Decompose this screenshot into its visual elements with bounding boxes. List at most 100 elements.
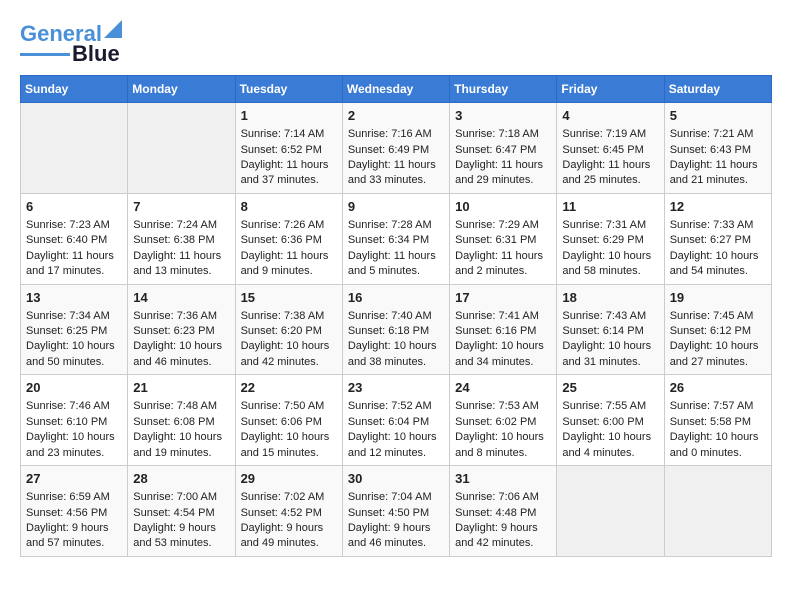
cell-text: Sunset: 4:56 PM <box>26 506 122 521</box>
cell-text: Sunset: 6:45 PM <box>562 143 658 158</box>
cell-text: Sunset: 5:58 PM <box>670 415 766 430</box>
cell-text: Sunrise: 7:34 AM <box>26 309 122 324</box>
cell-text: Daylight: 11 hours and 2 minutes. <box>455 249 551 280</box>
cell-text: Sunrise: 7:14 AM <box>241 127 337 142</box>
cell-text: Sunset: 6:04 PM <box>348 415 444 430</box>
calendar-cell: 2Sunrise: 7:16 AMSunset: 6:49 PMDaylight… <box>342 103 449 194</box>
cell-text: Daylight: 11 hours and 13 minutes. <box>133 249 229 280</box>
day-number: 28 <box>133 470 229 488</box>
cell-text: Sunset: 6:40 PM <box>26 233 122 248</box>
day-number: 17 <box>455 289 551 307</box>
cell-text: Sunrise: 7:04 AM <box>348 490 444 505</box>
cell-text: Sunrise: 7:24 AM <box>133 218 229 233</box>
cell-text: Sunset: 6:43 PM <box>670 143 766 158</box>
cell-text: Sunrise: 7:19 AM <box>562 127 658 142</box>
day-number: 10 <box>455 198 551 216</box>
calendar-cell: 27Sunrise: 6:59 AMSunset: 4:56 PMDayligh… <box>21 466 128 557</box>
calendar-cell: 16Sunrise: 7:40 AMSunset: 6:18 PMDayligh… <box>342 284 449 375</box>
logo: General Blue <box>20 20 122 65</box>
cell-text: Daylight: 10 hours and 50 minutes. <box>26 339 122 370</box>
cell-text: Sunset: 6:25 PM <box>26 324 122 339</box>
cell-text: Sunset: 6:31 PM <box>455 233 551 248</box>
cell-text: Sunset: 6:10 PM <box>26 415 122 430</box>
calendar-cell: 13Sunrise: 7:34 AMSunset: 6:25 PMDayligh… <box>21 284 128 375</box>
day-number: 25 <box>562 379 658 397</box>
day-number: 5 <box>670 107 766 125</box>
day-number: 12 <box>670 198 766 216</box>
calendar-cell: 1Sunrise: 7:14 AMSunset: 6:52 PMDaylight… <box>235 103 342 194</box>
calendar-cell <box>21 103 128 194</box>
calendar-cell: 6Sunrise: 7:23 AMSunset: 6:40 PMDaylight… <box>21 193 128 284</box>
cell-text: Sunset: 6:29 PM <box>562 233 658 248</box>
day-number: 7 <box>133 198 229 216</box>
cell-text: Sunrise: 7:18 AM <box>455 127 551 142</box>
cell-text: Daylight: 11 hours and 21 minutes. <box>670 158 766 189</box>
day-number: 15 <box>241 289 337 307</box>
weekday-header-saturday: Saturday <box>664 76 771 103</box>
calendar-cell: 24Sunrise: 7:53 AMSunset: 6:02 PMDayligh… <box>450 375 557 466</box>
cell-text: Sunset: 6:34 PM <box>348 233 444 248</box>
cell-text: Daylight: 9 hours and 46 minutes. <box>348 521 444 552</box>
cell-text: Sunrise: 7:31 AM <box>562 218 658 233</box>
cell-text: Sunrise: 7:52 AM <box>348 399 444 414</box>
cell-text: Sunset: 6:00 PM <box>562 415 658 430</box>
cell-text: Sunset: 4:48 PM <box>455 506 551 521</box>
cell-text: Daylight: 11 hours and 29 minutes. <box>455 158 551 189</box>
cell-text: Sunset: 4:54 PM <box>133 506 229 521</box>
cell-text: Sunrise: 7:21 AM <box>670 127 766 142</box>
calendar-cell: 26Sunrise: 7:57 AMSunset: 5:58 PMDayligh… <box>664 375 771 466</box>
cell-text: Sunrise: 7:36 AM <box>133 309 229 324</box>
cell-text: Sunrise: 7:06 AM <box>455 490 551 505</box>
cell-text: Sunrise: 7:28 AM <box>348 218 444 233</box>
day-number: 9 <box>348 198 444 216</box>
cell-text: Daylight: 9 hours and 53 minutes. <box>133 521 229 552</box>
day-number: 6 <box>26 198 122 216</box>
page-header: General Blue <box>20 20 772 65</box>
cell-text: Sunrise: 7:41 AM <box>455 309 551 324</box>
weekday-header-tuesday: Tuesday <box>235 76 342 103</box>
calendar-table: SundayMondayTuesdayWednesdayThursdayFrid… <box>20 75 772 557</box>
day-number: 20 <box>26 379 122 397</box>
calendar-cell <box>664 466 771 557</box>
cell-text: Sunrise: 7:00 AM <box>133 490 229 505</box>
cell-text: Sunset: 6:52 PM <box>241 143 337 158</box>
cell-text: Sunrise: 7:16 AM <box>348 127 444 142</box>
calendar-cell: 20Sunrise: 7:46 AMSunset: 6:10 PMDayligh… <box>21 375 128 466</box>
day-number: 23 <box>348 379 444 397</box>
cell-text: Daylight: 11 hours and 25 minutes. <box>562 158 658 189</box>
cell-text: Daylight: 10 hours and 38 minutes. <box>348 339 444 370</box>
cell-text: Sunset: 6:23 PM <box>133 324 229 339</box>
calendar-cell: 29Sunrise: 7:02 AMSunset: 4:52 PMDayligh… <box>235 466 342 557</box>
calendar-cell: 3Sunrise: 7:18 AMSunset: 6:47 PMDaylight… <box>450 103 557 194</box>
weekday-header-sunday: Sunday <box>21 76 128 103</box>
cell-text: Sunset: 6:20 PM <box>241 324 337 339</box>
calendar-cell: 31Sunrise: 7:06 AMSunset: 4:48 PMDayligh… <box>450 466 557 557</box>
cell-text: Sunset: 6:02 PM <box>455 415 551 430</box>
cell-text: Daylight: 10 hours and 58 minutes. <box>562 249 658 280</box>
cell-text: Daylight: 10 hours and 4 minutes. <box>562 430 658 461</box>
cell-text: Sunrise: 7:38 AM <box>241 309 337 324</box>
calendar-cell: 19Sunrise: 7:45 AMSunset: 6:12 PMDayligh… <box>664 284 771 375</box>
calendar-cell: 21Sunrise: 7:48 AMSunset: 6:08 PMDayligh… <box>128 375 235 466</box>
cell-text: Daylight: 11 hours and 33 minutes. <box>348 158 444 189</box>
cell-text: Daylight: 9 hours and 57 minutes. <box>26 521 122 552</box>
day-number: 21 <box>133 379 229 397</box>
calendar-cell: 15Sunrise: 7:38 AMSunset: 6:20 PMDayligh… <box>235 284 342 375</box>
cell-text: Sunrise: 7:48 AM <box>133 399 229 414</box>
day-number: 24 <box>455 379 551 397</box>
day-number: 4 <box>562 107 658 125</box>
cell-text: Sunset: 6:49 PM <box>348 143 444 158</box>
cell-text: Sunset: 6:16 PM <box>455 324 551 339</box>
cell-text: Sunrise: 7:50 AM <box>241 399 337 414</box>
calendar-cell: 4 Sunrise: 7:19 AMSunset: 6:45 PMDaylight… <box>557 103 664 194</box>
cell-text: Sunrise: 7:57 AM <box>670 399 766 414</box>
calendar-cell: 14Sunrise: 7:36 AMSunset: 6:23 PMDayligh… <box>128 284 235 375</box>
cell-text: Sunset: 4:52 PM <box>241 506 337 521</box>
calendar-cell: 30Sunrise: 7:04 AMSunset: 4:50 PMDayligh… <box>342 466 449 557</box>
cell-text: Daylight: 10 hours and 31 minutes. <box>562 339 658 370</box>
logo-arrow-icon <box>104 20 122 38</box>
day-number: 22 <box>241 379 337 397</box>
cell-text: Sunrise: 7:40 AM <box>348 309 444 324</box>
calendar-cell: 7Sunrise: 7:24 AMSunset: 6:38 PMDaylight… <box>128 193 235 284</box>
cell-text: Daylight: 10 hours and 12 minutes. <box>348 430 444 461</box>
